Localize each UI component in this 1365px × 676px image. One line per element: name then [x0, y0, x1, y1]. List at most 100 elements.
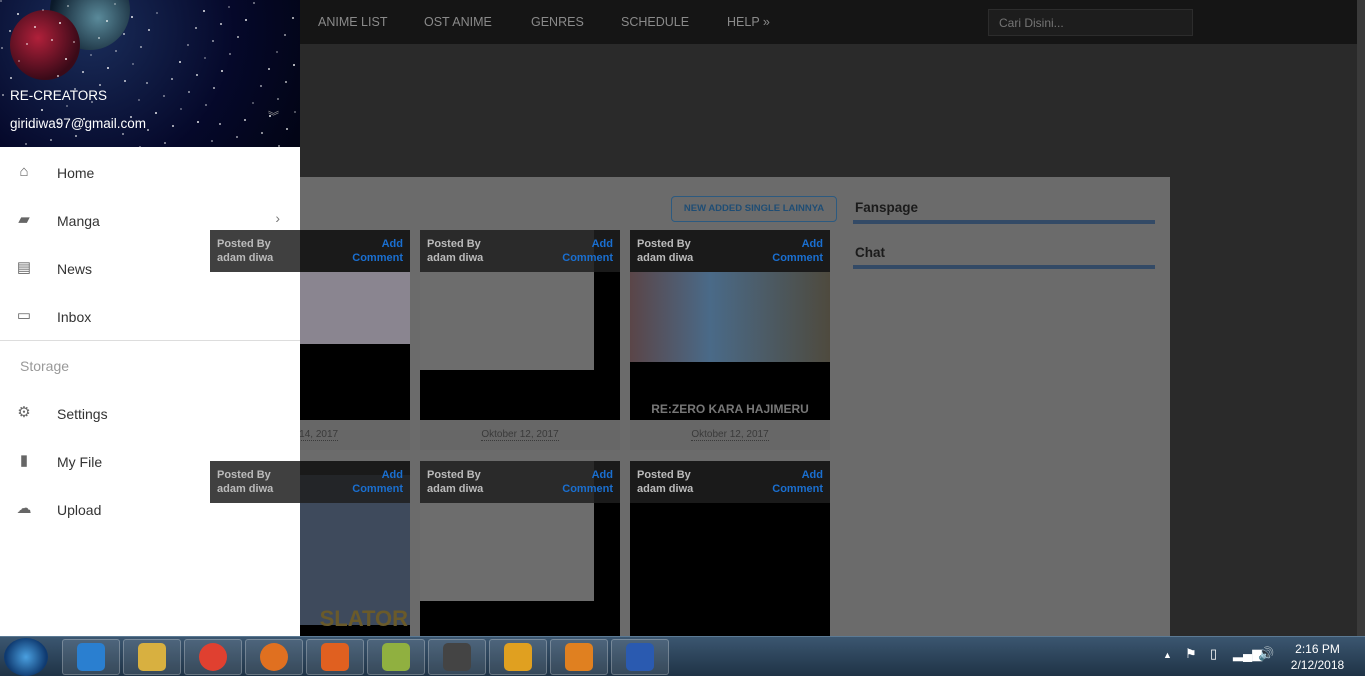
star	[252, 102, 254, 104]
star	[138, 99, 140, 101]
notepad-icon	[382, 643, 410, 671]
nav-help[interactable]: HELP »	[727, 15, 770, 29]
star	[51, 39, 53, 41]
star	[59, 22, 61, 24]
star	[179, 61, 181, 63]
divider	[853, 220, 1155, 224]
star	[18, 60, 20, 62]
star	[73, 41, 75, 43]
star	[146, 82, 148, 84]
book-icon: ▰	[18, 211, 30, 228]
star	[197, 121, 199, 123]
star	[50, 139, 52, 141]
star	[123, 33, 125, 35]
add-comment-link[interactable]: Add Comment	[772, 468, 823, 496]
add-comment-link[interactable]: Add Comment	[352, 468, 403, 496]
star	[253, 2, 255, 4]
star	[220, 23, 222, 25]
taskbar-chrome[interactable]	[184, 639, 242, 675]
star	[26, 43, 28, 45]
drawer-item-home[interactable]: ⌂ Home	[0, 148, 300, 196]
show-hidden-icons[interactable]: ▲	[1163, 650, 1172, 660]
star	[0, 0, 2, 2]
add-comment-link[interactable]: Add Comment	[562, 468, 613, 496]
taskbar-file-explorer[interactable]	[123, 639, 181, 675]
thumbnail	[630, 272, 830, 362]
posted-by: Posted By adam diwa	[637, 238, 694, 264]
drawer-item-settings[interactable]: ⚙ Settings	[0, 389, 300, 437]
star	[228, 6, 230, 8]
music-player-icon	[565, 643, 593, 671]
action-center-flag-icon[interactable]: ⚑	[1185, 646, 1197, 662]
star	[188, 91, 190, 93]
star	[147, 129, 149, 131]
taskbar-notepad[interactable]	[367, 639, 425, 675]
meta-bar: Posted By adam diwa Add Comment	[630, 230, 830, 272]
star	[229, 53, 231, 55]
chrome-icon	[199, 643, 227, 671]
star	[114, 3, 116, 5]
star	[156, 12, 158, 14]
time: 2:16 PM	[1295, 642, 1340, 656]
drawer-item-label: Home	[57, 165, 95, 181]
post-meta: Posted By adam diwa Add Comment	[630, 230, 830, 272]
volume-icon[interactable]: 🔊	[1258, 646, 1274, 662]
star	[41, 109, 43, 111]
star	[164, 142, 166, 144]
taskbar-internet-explorer[interactable]	[62, 639, 120, 675]
star	[261, 132, 263, 134]
chevron-right-icon: ›	[275, 210, 280, 226]
drawer-header: RE-CREATORS giridiwa97@gmail.com ︾	[0, 0, 300, 147]
search-input[interactable]	[988, 9, 1193, 36]
scrollbar[interactable]	[1357, 0, 1365, 636]
chevron-double-down-icon[interactable]: ︾	[268, 108, 279, 124]
nav-anime-list[interactable]: ANIME LIST	[318, 15, 387, 29]
star	[171, 78, 173, 80]
star	[131, 16, 133, 18]
add-comment-link[interactable]: Add Comment	[772, 237, 823, 265]
drawer-item-label: My File	[57, 454, 103, 470]
avatar[interactable]	[10, 10, 80, 80]
new-added-button[interactable]: NEW ADDED SINGLE LAINNYA	[671, 196, 837, 222]
posted-by: Posted By adam diwa	[217, 469, 274, 495]
meta-bar: Posted By adam diwa Add Comment	[210, 230, 410, 272]
taskbar-media-player[interactable]	[306, 639, 364, 675]
divider	[0, 340, 300, 341]
star	[260, 85, 262, 87]
add-comment-link[interactable]: Add Comment	[562, 237, 613, 265]
star	[9, 30, 11, 32]
nav-ost-anime[interactable]: OST ANIME	[424, 15, 492, 29]
star	[196, 74, 198, 76]
taskbar-firefox[interactable]	[245, 639, 303, 675]
drawer-item-inbox[interactable]: ▭ Inbox	[0, 292, 300, 340]
start-button[interactable]	[4, 638, 48, 676]
taskbar-music-player[interactable]	[550, 639, 608, 675]
meta-bar: Posted By adam diwa Add Comment	[630, 461, 830, 503]
post-date: Oktober 12, 2017	[630, 420, 830, 450]
star	[10, 77, 12, 79]
star	[90, 54, 92, 56]
widget-chat: Chat	[855, 245, 885, 260]
star	[268, 68, 270, 70]
drawer-item-label: Settings	[57, 406, 108, 422]
taskbar-word[interactable]	[611, 639, 669, 675]
sublime-text-icon	[443, 643, 471, 671]
star	[155, 112, 157, 114]
post-meta: Posted By adam diwa Add Comment	[420, 461, 620, 503]
nav-genres[interactable]: GENRES	[531, 15, 584, 29]
nav-schedule[interactable]: SCHEDULE	[621, 15, 689, 29]
star	[292, 17, 294, 19]
star	[124, 80, 126, 82]
clock[interactable]: 2:16 PM 2/12/2018	[1280, 641, 1355, 673]
star	[236, 136, 238, 138]
star	[237, 36, 239, 38]
star	[245, 19, 247, 21]
add-comment-link[interactable]: Add Comment	[352, 237, 403, 265]
account-email: giridiwa97@gmail.com	[10, 116, 147, 131]
taskbar-winamp[interactable]	[489, 639, 547, 675]
star	[221, 70, 223, 72]
taskbar-sublime-text[interactable]	[428, 639, 486, 675]
posted-by: Posted By adam diwa	[427, 469, 484, 495]
widget-fanspage: Fanspage	[855, 200, 919, 215]
power-icon[interactable]: ▯	[1210, 646, 1217, 662]
